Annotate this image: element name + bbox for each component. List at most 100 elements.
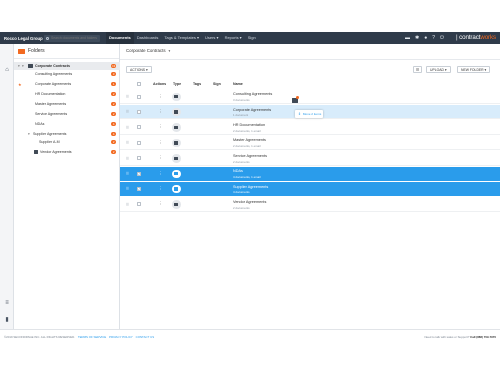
tree-item-supplier-agreements[interactable]: ▾ Supplier Agreements 4 <box>14 130 120 138</box>
upload-button[interactable]: UPLOAD ▾ <box>426 66 451 73</box>
help-icon[interactable]: ? <box>432 32 435 44</box>
row-checkbox[interactable] <box>137 125 141 130</box>
chevron-down-icon[interactable]: ▾ <box>169 49 171 53</box>
row-name[interactable]: Master Agreements <box>233 138 266 142</box>
chevron-down-icon[interactable]: ▾ <box>28 132 30 136</box>
row-name[interactable]: Supplier Agreements <box>233 185 268 189</box>
row-name[interactable]: Consulting Agreements <box>233 92 272 96</box>
nav-users[interactable]: Users ▾ <box>202 32 222 44</box>
nav-tags-templates[interactable]: Tags & Templates ▾ <box>161 32 202 44</box>
drag-handle-icon[interactable]: ⠿ <box>126 171 129 176</box>
tree-item-label: Vendor Agreements <box>40 150 72 154</box>
column-tags[interactable]: Tags <box>193 82 201 86</box>
tree-item-vendor-agreements[interactable]: Vendor Agreements 2 <box>14 148 120 156</box>
tree-item-ndas[interactable]: NDAs 4 <box>14 120 120 128</box>
row-name[interactable]: Vendor Agreements <box>233 200 266 204</box>
folder-type-icon <box>172 138 181 148</box>
table-row[interactable]: ⠿ ✓ ⋮ NDAs 4 documents, 1 email <box>120 167 500 181</box>
drag-handle-icon[interactable]: ⠿ <box>126 125 129 130</box>
home-icon[interactable]: ⌂ <box>3 67 11 73</box>
chevron-down-icon[interactable]: ▾ <box>18 64 20 68</box>
row-actions-menu-icon[interactable]: ⋮ <box>158 124 162 130</box>
settings-sliders-icon[interactable]: ≡ <box>3 300 11 306</box>
table-row[interactable]: ⠿ ⋮ Service Agreements 2 documents <box>120 152 500 166</box>
tree-item-supplier-a-m[interactable]: Supplier A-M 2 <box>14 138 120 146</box>
drag-handle-icon[interactable]: ⠿ <box>126 202 129 207</box>
divider <box>120 59 500 60</box>
folder-type-icon <box>172 123 181 132</box>
table-row[interactable]: ⠿ ⋮ Master Agreements 2 documents, 1 email <box>120 136 500 151</box>
drag-handle-icon[interactable]: ⠿ <box>126 109 129 114</box>
phone-link[interactable]: Call (888) 709-7970 <box>470 335 496 339</box>
row-checkbox[interactable]: ✓ <box>137 171 141 176</box>
power-icon[interactable]: ⏻ <box>440 32 444 44</box>
column-name[interactable]: Name <box>233 82 243 86</box>
row-checkbox[interactable]: ✓ <box>137 186 141 191</box>
search-icon <box>46 36 49 40</box>
row-checkbox[interactable] <box>137 109 141 114</box>
row-actions-menu-icon[interactable]: ⋮ <box>158 140 162 146</box>
account-name[interactable]: Rocco Legal Group <box>0 36 44 41</box>
footer-legal: ©2019 SECONDPAGE INC. ALL RIGHTS RESERVE… <box>4 335 154 339</box>
row-name[interactable]: NDAs <box>233 169 243 173</box>
table-row[interactable]: ⠿ ✓ ⋮ Supplier Agreements 4 documents <box>120 182 500 197</box>
row-actions-menu-icon[interactable]: ⋮ <box>158 155 162 161</box>
tree-item-label: Consulting Agreements <box>35 72 73 76</box>
column-actions[interactable]: Actions <box>153 82 166 86</box>
row-actions-menu-icon[interactable]: ⋮ <box>158 171 162 177</box>
row-checkbox[interactable] <box>137 202 141 207</box>
tree-item-hr-documentation[interactable]: HR Documentation 2 <box>14 90 120 98</box>
trash-icon[interactable]: ▮ <box>3 316 11 323</box>
terms-link[interactable]: TERMS OF SERVICE <box>78 335 106 339</box>
table-row[interactable]: ⠿ ⋮ Vendor Agreements 2 documents <box>120 198 500 212</box>
gear-icon[interactable]: ✱ <box>415 32 419 44</box>
chevron-down-icon[interactable]: ▾ <box>22 64 24 68</box>
nav-reports[interactable]: Reports ▾ <box>222 32 245 44</box>
contact-link[interactable]: CONTACT US <box>136 335 155 339</box>
drag-handle-icon[interactable]: ⠿ <box>126 156 129 161</box>
table-row[interactable]: ⠿ ⋮ Consulting Agreements 3 documents <box>120 90 500 104</box>
nav-sign[interactable]: Sign <box>245 32 259 44</box>
tree-item-service-agreements[interactable]: Service Agreements 2 <box>14 110 120 118</box>
tree-item-corporate-contracts[interactable]: ▾ ▾ Corporate Contracts 13 <box>14 62 120 70</box>
tree-item-consulting-agreements[interactable]: Consulting Agreements 3 <box>14 70 120 78</box>
actions-button[interactable]: ACTIONS ▾ <box>126 66 152 73</box>
privacy-link[interactable]: PRIVACY POLICY <box>109 335 133 339</box>
count-badge: 2 <box>111 101 116 107</box>
table-row[interactable]: ⠿ ⋮ HR Documentation 2 documents, 1 email <box>120 121 500 135</box>
drag-handle-icon[interactable]: ⠿ <box>126 94 129 99</box>
search-box[interactable] <box>44 34 100 42</box>
filter-sliders-icon[interactable]: ☰ <box>413 66 422 73</box>
row-checkbox[interactable] <box>137 140 141 145</box>
row-actions-menu-icon[interactable]: ⋮ <box>158 186 162 192</box>
select-all-checkbox[interactable] <box>137 82 141 86</box>
nav-dashboards[interactable]: Dashboards <box>134 32 162 44</box>
row-name[interactable]: Service Agreements <box>233 154 267 158</box>
row-actions-menu-icon[interactable]: ⋮ <box>158 109 162 115</box>
row-name[interactable]: Corporate Agreements <box>233 108 271 112</box>
breadcrumb-current[interactable]: Corporate Contracts <box>126 48 166 53</box>
drag-handle-icon[interactable]: ⠿ <box>126 140 129 145</box>
search-input[interactable] <box>51 36 99 40</box>
row-name[interactable]: HR Documentation <box>233 123 265 127</box>
folders-header: Folders <box>14 44 119 59</box>
folder-type-icon <box>172 169 181 178</box>
row-actions-menu-icon[interactable]: ⋮ <box>158 201 162 207</box>
person-icon[interactable]: ● <box>424 32 427 44</box>
row-subtitle: 2 documents, 1 email <box>233 128 261 133</box>
drag-handle-icon[interactable]: ⠿ <box>126 186 129 191</box>
tree-item-corporate-agreements[interactable]: ★ Corporate Agreements 1 <box>14 80 120 88</box>
column-sign[interactable]: Sign <box>213 82 221 86</box>
breadcrumb[interactable]: Corporate Contracts ▾ <box>126 48 170 53</box>
row-subtitle: 4 documents <box>233 190 250 195</box>
tree-item-master-agreements[interactable]: Master Agreements 2 <box>14 100 120 108</box>
row-checkbox[interactable] <box>137 94 141 99</box>
new-folder-button[interactable]: NEW FOLDER ▾ <box>457 66 491 73</box>
nav-documents[interactable]: Documents <box>106 32 134 44</box>
inbox-icon[interactable]: ▬ <box>405 32 410 44</box>
column-type[interactable]: Type <box>173 82 181 86</box>
help-text: Need to talk with sales or Support? <box>424 335 470 339</box>
row-checkbox[interactable] <box>137 156 141 161</box>
folder-type-icon <box>172 107 181 117</box>
row-actions-menu-icon[interactable]: ⋮ <box>158 94 162 100</box>
